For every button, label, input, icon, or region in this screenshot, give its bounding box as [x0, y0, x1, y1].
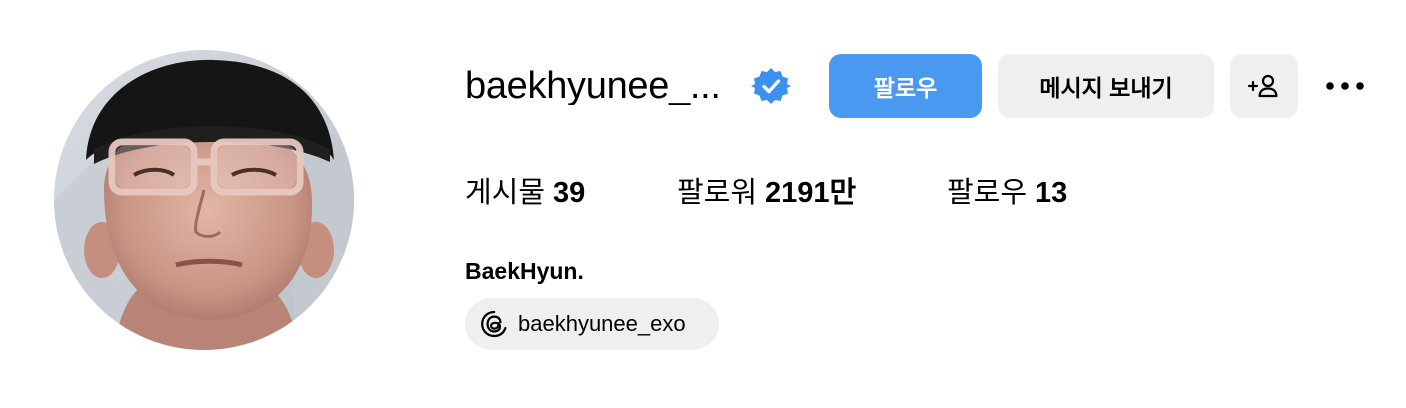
verified-badge-icon — [751, 68, 791, 104]
followers-label: 팔로워 — [677, 177, 758, 209]
followers-value: 2191만 — [765, 177, 857, 209]
username: baekhyunee_... — [465, 67, 721, 105]
profile-header: baekhyunee_... 팔로우 메시지 보내기 — [465, 53, 1364, 119]
profile-photo — [54, 50, 354, 350]
more-options-icon — [1326, 82, 1364, 90]
posts-value: 39 — [553, 177, 586, 209]
following-count[interactable]: 팔로우 13 — [947, 172, 1067, 214]
following-label: 팔로우 — [947, 177, 1028, 209]
followers-count[interactable]: 팔로워 2191만 — [677, 172, 856, 214]
avatar[interactable] — [54, 50, 354, 350]
person-add-icon — [1247, 74, 1278, 98]
following-value: 13 — [1035, 177, 1068, 209]
message-button[interactable]: 메시지 보내기 — [998, 54, 1214, 118]
threads-handle: baekhyunee_exo — [518, 311, 686, 336]
suggest-users-button[interactable] — [1230, 54, 1298, 118]
threads-icon — [481, 310, 507, 338]
more-options-button[interactable] — [1317, 54, 1373, 118]
display-name: BaekHyun. — [465, 258, 584, 284]
follow-button[interactable]: 팔로우 — [829, 54, 982, 118]
threads-link[interactable]: baekhyunee_exo — [465, 298, 719, 350]
posts-label: 게시물 — [465, 177, 546, 209]
posts-count: 게시물 39 — [465, 172, 585, 214]
